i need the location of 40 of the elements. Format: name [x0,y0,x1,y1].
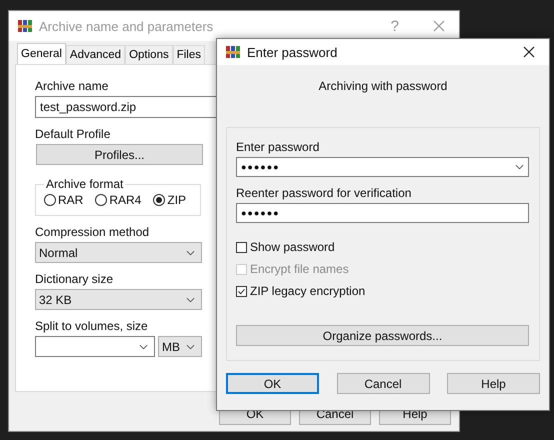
checkbox[interactable]: ZIP legacy encryption [236,284,366,298]
dialog-button[interactable]: OK [226,373,319,394]
tab[interactable]: Advanced [66,45,126,64]
radio-option[interactable]: RAR [44,193,84,207]
app-icon [225,44,241,60]
app-icon [17,18,33,34]
profiles-button[interactable]: Profiles... [36,144,203,165]
field-label: Split to volumes, size [35,319,148,333]
chevron-down-icon [515,164,524,170]
group-label: Archive format [45,177,124,191]
radio-option[interactable]: ZIP [153,193,186,207]
tab[interactable]: Options [125,45,173,64]
field-label: Enter password [236,140,320,154]
window-title: Enter password [247,44,338,60]
chevron-down-icon [186,250,195,256]
dialog-heading: Archiving with password [318,79,448,93]
tab[interactable]: Files [172,45,205,64]
compression-dropdown[interactable]: Normal [35,242,202,263]
dialog-button[interactable]: Help [447,373,540,394]
field-label: Dictionary size [35,272,114,286]
chevron-down-icon [139,344,148,350]
field-label: Archive name [35,79,108,93]
dictionary-dropdown[interactable]: 32 KB [35,289,202,310]
unit-dropdown[interactable]: MB [158,336,202,357]
field-label: Reenter password for verification [236,186,412,200]
password-field[interactable]: ●●●●●● [236,157,529,177]
checkmark-icon [237,286,246,296]
password-field[interactable]: ●●●●●● [236,203,529,223]
window-title: Archive name and parameters [39,18,214,34]
field-label: Compression method [35,225,150,239]
chevron-down-icon [186,344,195,350]
organize-passwords-button[interactable]: Organize passwords... [236,325,529,346]
chevron-down-icon [186,296,195,302]
close-icon[interactable] [523,46,535,58]
checkbox[interactable]: Show password [236,240,335,254]
volume-size-field[interactable] [35,336,155,357]
tab[interactable]: General [17,43,66,64]
field-label: Default Profile [35,127,110,141]
dialog-button[interactable]: Cancel [336,373,430,394]
radio-option[interactable]: RAR4 [95,193,142,207]
